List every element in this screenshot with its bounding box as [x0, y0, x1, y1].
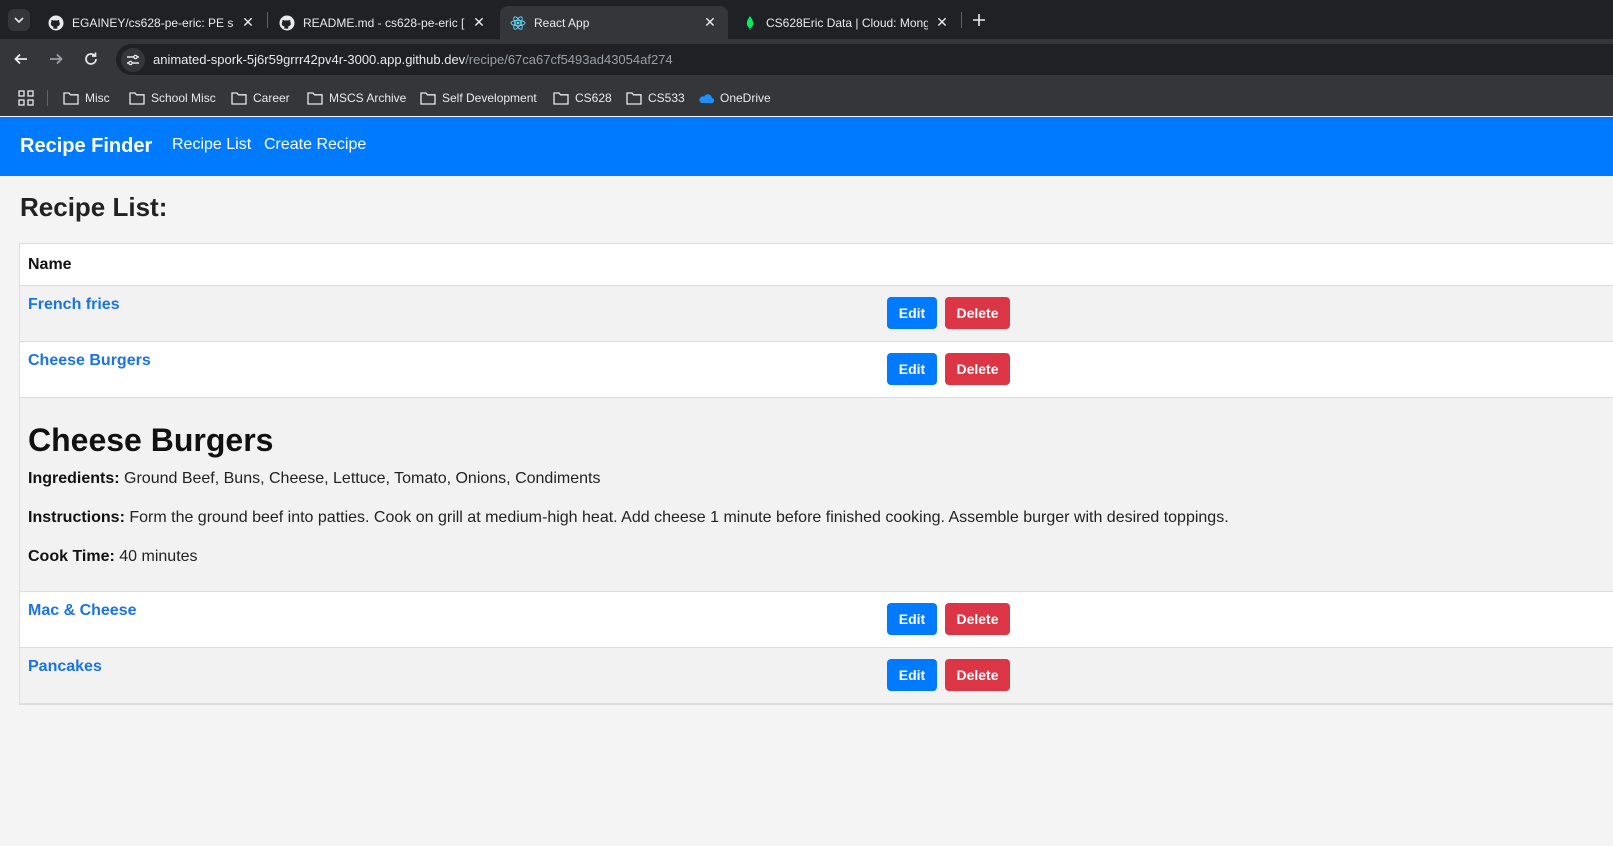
nav-link-create-recipe[interactable]: Create Recipe	[264, 136, 366, 154]
github-icon	[48, 15, 64, 31]
edit-button[interactable]: Edit	[887, 297, 937, 329]
browser-toolbar: animated-spork-5j6r59grrr42pv4r-3000.app…	[0, 39, 1613, 80]
delete-button[interactable]: Delete	[945, 297, 1010, 329]
back-button[interactable]	[9, 47, 33, 71]
bookmark-folder[interactable]: School Misc	[129, 88, 216, 108]
recipe-link[interactable]: French fries	[28, 296, 120, 314]
bookmark-folder[interactable]: Self Development	[420, 88, 537, 108]
url-path: /recipe/67ca67cf5493ad43054af274	[465, 52, 673, 67]
table-header: Name	[20, 244, 1613, 286]
bookmark-folder[interactable]: MSCS Archive	[307, 88, 406, 108]
recipe-table: Name French fries Edit Delete Cheese Bur…	[19, 243, 1613, 705]
close-icon[interactable]: ✕	[240, 14, 256, 31]
table-row: French fries Edit Delete	[20, 286, 1613, 342]
bookmark-folder[interactable]: CS628	[553, 88, 612, 108]
tab-title: README.md - cs628-pe-eric [Co	[303, 15, 465, 30]
folder-icon	[231, 92, 247, 105]
bookmark-label: Self Development	[442, 91, 537, 105]
ingredients-label: Ingredients:	[28, 470, 120, 487]
recipe-ingredients: Ingredients: Ground Beef, Buns, Cheese, …	[28, 470, 600, 488]
reload-button[interactable]	[79, 47, 103, 71]
bookmark-label: Misc	[85, 91, 110, 105]
bookmarks-bar: Misc School Misc Career MSCS Archive Sel…	[0, 80, 1613, 116]
cook-time-label: Cook Time:	[28, 548, 115, 565]
recipe-instructions: Instructions: Form the ground beef into …	[28, 509, 1229, 527]
bookmark-label: OneDrive	[720, 91, 771, 105]
edit-button[interactable]: Edit	[887, 603, 937, 635]
tab-title: CS628Eric Data | Cloud: MongoD	[766, 15, 928, 30]
site-info-button[interactable]	[121, 47, 145, 72]
plus-icon	[973, 14, 985, 26]
bookmark-label: Career	[253, 91, 290, 105]
bookmark-label: School Misc	[151, 91, 216, 105]
table-row: Cheese Burgers Edit Delete	[20, 342, 1613, 398]
edit-button[interactable]: Edit	[887, 659, 937, 691]
apps-grid-icon[interactable]	[18, 90, 34, 106]
url-host: animated-spork-5j6r59grrr42pv4r-3000.app…	[153, 52, 466, 67]
new-tab-button[interactable]	[968, 9, 990, 31]
bookmark-label: CS628	[575, 91, 612, 105]
folder-icon	[626, 92, 642, 105]
delete-button[interactable]: Delete	[945, 353, 1010, 385]
arrow-left-icon	[14, 53, 27, 65]
tab-title: React App	[534, 15, 590, 30]
url-text: animated-spork-5j6r59grrr42pv4r-3000.app…	[153, 52, 673, 67]
github-icon	[279, 15, 295, 31]
edit-button[interactable]: Edit	[887, 353, 937, 385]
bookmark-label: CS533	[648, 91, 685, 105]
ingredients-value: Ground Beef, Buns, Cheese, Lettuce, Toma…	[124, 470, 601, 487]
recipe-detail-title: Cheese Burgers	[28, 422, 274, 458]
recipe-link[interactable]: Pancakes	[28, 658, 102, 676]
chevron-down-icon	[14, 17, 24, 23]
bookmark-onedrive[interactable]: OneDrive	[698, 88, 771, 108]
app-navbar: Recipe Finder Recipe List Create Recipe	[0, 117, 1613, 176]
brand-logo-text[interactable]: Recipe Finder	[20, 135, 152, 158]
bookmark-label: MSCS Archive	[329, 91, 407, 105]
browser-tab[interactable]: EGAINEY/cs628-pe-eric: PE subm ✕	[38, 6, 266, 39]
table-row: Mac & Cheese Edit Delete	[20, 592, 1613, 648]
browser-tab-active[interactable]: React App ✕	[500, 6, 728, 39]
arrow-right-icon	[50, 53, 63, 65]
forward-button[interactable]	[44, 47, 68, 71]
tune-icon	[127, 54, 139, 65]
browser-tab[interactable]: CS628Eric Data | Cloud: MongoD ✕	[732, 6, 960, 39]
tab-title: EGAINEY/cs628-pe-eric: PE subm	[72, 15, 234, 30]
nav-link-recipe-list[interactable]: Recipe List	[172, 136, 251, 154]
folder-icon	[420, 92, 436, 105]
folder-icon	[63, 92, 79, 105]
instructions-label: Instructions:	[28, 509, 125, 526]
close-icon[interactable]: ✕	[702, 14, 718, 31]
tab-search-button[interactable]	[8, 9, 30, 31]
onedrive-cloud-icon	[699, 94, 714, 104]
reload-icon	[85, 52, 97, 65]
bookmark-folder[interactable]: Career	[231, 88, 290, 108]
folder-icon	[553, 92, 569, 105]
tab-divider	[961, 12, 962, 28]
folder-icon	[307, 92, 323, 105]
page-title: Recipe List:	[20, 192, 168, 222]
instructions-value: Form the ground beef into patties. Cook …	[129, 509, 1229, 526]
tab-divider	[267, 12, 268, 28]
browser-tabstrip: EGAINEY/cs628-pe-eric: PE subm ✕ README.…	[0, 0, 1613, 39]
delete-button[interactable]: Delete	[945, 603, 1010, 635]
delete-button[interactable]: Delete	[945, 659, 1010, 691]
recipe-cook-time: Cook Time: 40 minutes	[28, 548, 198, 566]
bookmark-folder[interactable]: CS533	[626, 88, 685, 108]
table-row: Pancakes Edit Delete	[20, 648, 1613, 704]
address-bar[interactable]: animated-spork-5j6r59grrr42pv4r-3000.app…	[116, 44, 1613, 75]
recipe-link[interactable]: Cheese Burgers	[28, 352, 151, 370]
close-icon[interactable]: ✕	[471, 14, 487, 31]
cook-time-value: 40 minutes	[119, 548, 198, 565]
bookmarks-divider	[47, 90, 48, 106]
recipe-link[interactable]: Mac & Cheese	[28, 602, 137, 620]
close-icon[interactable]: ✕	[934, 14, 950, 31]
react-icon	[510, 15, 526, 31]
folder-icon	[129, 92, 145, 105]
column-header-name: Name	[28, 256, 72, 273]
browser-tab[interactable]: README.md - cs628-pe-eric [Co ✕	[269, 6, 497, 39]
bookmark-folder[interactable]: Misc	[63, 88, 110, 108]
recipe-detail-panel: Cheese Burgers Ingredients: Ground Beef,…	[20, 398, 1613, 592]
mongodb-leaf-icon	[742, 15, 758, 31]
